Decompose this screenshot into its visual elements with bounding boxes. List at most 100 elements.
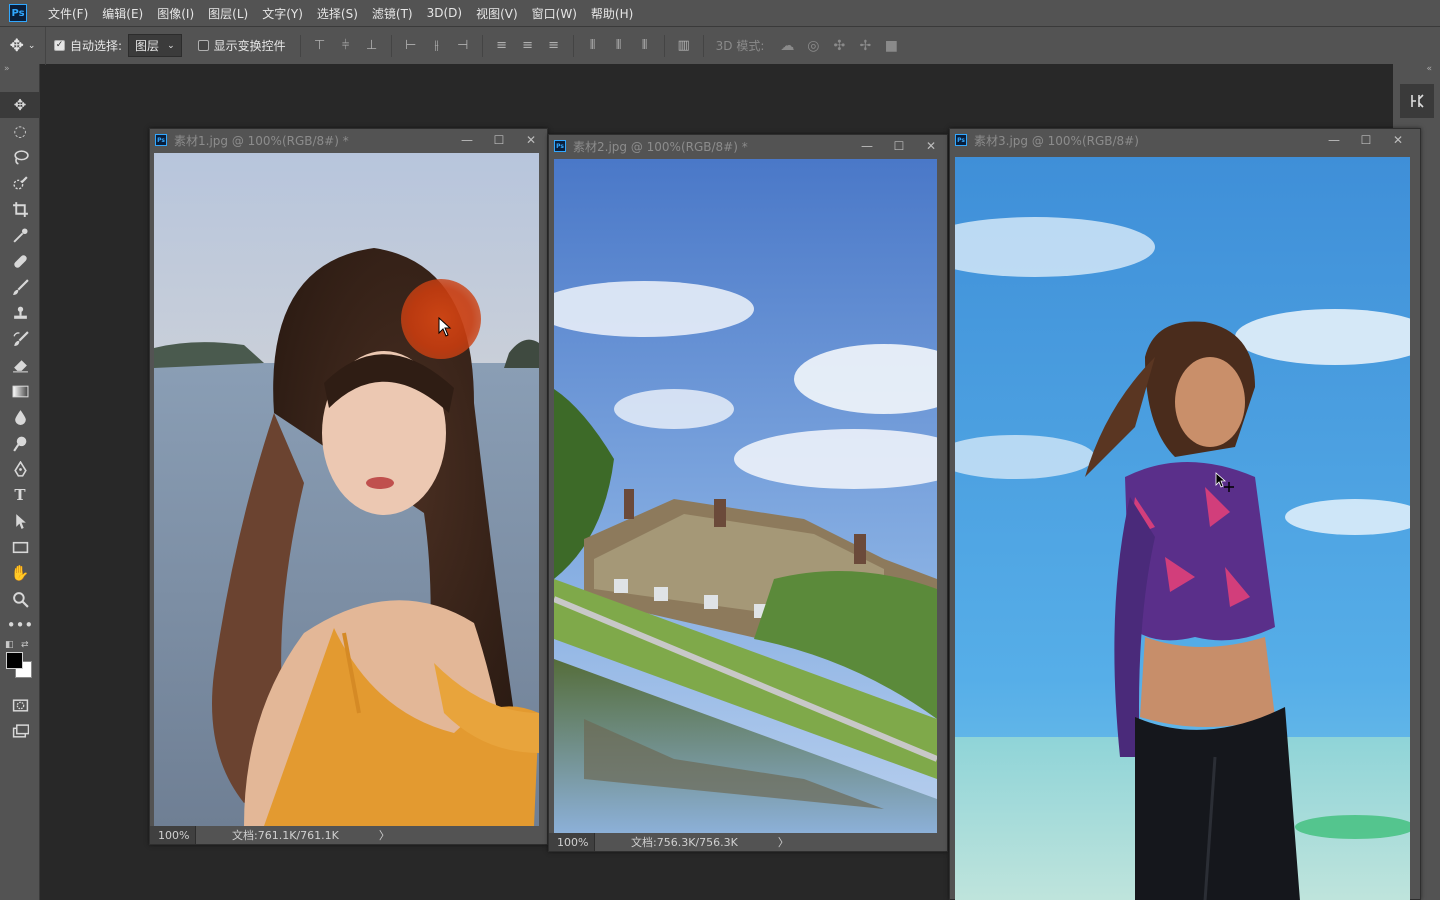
collapse-toolbox-icon[interactable]: » <box>0 64 39 76</box>
zoom-tool[interactable] <box>0 586 40 612</box>
menu-select[interactable]: 选择(S) <box>310 0 365 26</box>
eyedropper-tool[interactable] <box>0 222 40 248</box>
menu-file[interactable]: 文件(F) <box>41 0 95 26</box>
menu-edit[interactable]: 编辑(E) <box>95 0 150 26</box>
align-horizontal-center-icon[interactable]: ⫲ <box>424 33 450 59</box>
3d-roll-icon[interactable]: ◎ <box>800 38 826 54</box>
distribute-top-icon[interactable]: ≡ <box>489 33 515 59</box>
zoom-value: 100% <box>158 828 190 842</box>
document-status-bar-2: 100% 文档:756.3K/756.3K 〉 <box>549 833 947 851</box>
magnifier-icon <box>12 591 29 608</box>
chevron-right-icon[interactable]: 〉 <box>778 834 789 850</box>
auto-select-target-dropdown[interactable]: 图层 ⌄ <box>128 34 182 57</box>
quick-mask-icon <box>12 698 28 712</box>
document-window-1[interactable]: Ps 素材1.jpg @ 100%(RGB/8#) * — ☐ ✕ 100% 文… <box>149 128 548 845</box>
hand-tool[interactable]: ✋ <box>0 560 40 586</box>
expand-panels-icon[interactable]: « <box>1393 64 1440 76</box>
menu-image[interactable]: 图像(I) <box>150 0 201 26</box>
align-bottom-icon[interactable]: ⊥ <box>359 33 385 59</box>
menu-help[interactable]: 帮助(H) <box>584 0 640 26</box>
show-transform-checkbox[interactable] <box>197 40 209 51</box>
blur-tool[interactable] <box>0 404 40 430</box>
crop-tool[interactable] <box>0 196 40 222</box>
photoshop-logo: Ps <box>9 4 27 22</box>
quick-mask-button[interactable] <box>0 692 40 718</box>
close-icon[interactable]: ✕ <box>915 135 947 157</box>
minimize-icon[interactable]: — <box>851 135 883 157</box>
3d-pan-icon[interactable]: ✣ <box>826 38 852 54</box>
document-canvas-3[interactable] <box>955 157 1410 900</box>
minimize-icon[interactable]: — <box>1318 129 1350 151</box>
photo-woman-seaside <box>154 153 539 826</box>
quick-selection-tool[interactable] <box>0 170 40 196</box>
align-left-icon[interactable]: ⊢ <box>398 33 424 59</box>
3d-orbit-icon[interactable]: ☁ <box>774 38 800 54</box>
foreground-color-swatch[interactable] <box>6 652 23 669</box>
distribute-right-icon[interactable]: ⦀ <box>632 33 658 59</box>
distribute-bottom-icon[interactable]: ≡ <box>541 33 567 59</box>
lasso-icon <box>13 149 29 165</box>
auto-select-checkbox[interactable]: ✓ <box>54 40 65 51</box>
clone-stamp-tool[interactable] <box>0 300 40 326</box>
menu-window[interactable]: 窗口(W) <box>525 0 584 26</box>
healing-brush-tool[interactable] <box>0 248 40 274</box>
document-window-2[interactable]: Ps 素材2.jpg @ 100%(RGB/8#) * — ☐ ✕ 100% 文… <box>548 134 948 852</box>
options-bar: ✥ ⌄ ✓ 自动选择: 图层 ⌄ 显示变换控件 ⊤ ⫩ ⊥ ⊢ ⫲ ⊣ ≡ ≡ ≡… <box>0 26 1440 65</box>
path-selection-icon <box>15 513 26 529</box>
path-selection-tool[interactable] <box>0 508 40 534</box>
menu-filter[interactable]: 滤镜(T) <box>365 0 420 26</box>
minimize-icon[interactable]: — <box>451 129 483 151</box>
menu-layer[interactable]: 图层(L) <box>201 0 255 26</box>
swap-colors-icon[interactable]: ⇄ <box>21 640 29 650</box>
maximize-icon[interactable]: ☐ <box>1350 129 1382 151</box>
close-icon[interactable]: ✕ <box>1382 129 1414 151</box>
maximize-icon[interactable]: ☐ <box>883 135 915 157</box>
edit-toolbar-button[interactable]: ••• <box>0 612 40 638</box>
document-tab-2[interactable]: Ps 素材2.jpg @ 100%(RGB/8#) * — ☐ ✕ <box>549 135 947 157</box>
pointer-cursor-icon <box>438 317 452 337</box>
close-icon[interactable]: ✕ <box>515 129 547 151</box>
move-icon: ✥ <box>13 96 27 114</box>
pen-tool[interactable] <box>0 456 40 482</box>
marquee-tool[interactable]: ◌ <box>0 118 40 144</box>
brush-icon <box>12 278 29 295</box>
distribute-vertical-center-icon[interactable]: ≡ <box>515 33 541 59</box>
default-colors-icon[interactable]: ◧ <box>5 640 14 650</box>
dodge-icon <box>12 436 26 452</box>
history-brush-tool[interactable] <box>0 326 40 352</box>
document-status-bar-1: 100% 文档:761.1K/761.1K 〉 <box>150 826 547 844</box>
menu-view[interactable]: 视图(V) <box>469 0 525 26</box>
align-top-icon[interactable]: ⊤ <box>307 33 333 59</box>
menu-type[interactable]: 文字(Y) <box>255 0 310 26</box>
3d-scale-icon[interactable]: ■ <box>878 38 904 54</box>
tool-preset-picker[interactable]: ✥ ⌄ <box>0 26 46 65</box>
eraser-tool[interactable] <box>0 352 40 378</box>
type-tool[interactable]: T <box>0 482 40 508</box>
gradient-tool[interactable] <box>0 378 40 404</box>
3d-slide-icon[interactable]: ✢ <box>852 38 878 54</box>
maximize-icon[interactable]: ☐ <box>483 129 515 151</box>
document-tab-1[interactable]: Ps 素材1.jpg @ 100%(RGB/8#) * — ☐ ✕ <box>150 129 547 151</box>
zoom-field[interactable]: 100% <box>150 826 196 844</box>
document-canvas-1[interactable] <box>154 153 539 826</box>
document-canvas-2[interactable] <box>554 159 937 833</box>
zoom-field[interactable]: 100% <box>549 833 595 851</box>
document-tab-3[interactable]: Ps 素材3.jpg @ 100%(RGB/8#) — ☐ ✕ <box>950 129 1420 151</box>
auto-align-layers-icon[interactable]: ▥ <box>671 33 697 59</box>
distribute-horizontal-center-icon[interactable]: ⦀ <box>606 33 632 59</box>
menu-3d[interactable]: 3D(D) <box>420 0 469 26</box>
screen-mode-button[interactable] <box>0 718 40 744</box>
rectangle-tool[interactable] <box>0 534 40 560</box>
lasso-tool[interactable] <box>0 144 40 170</box>
align-right-icon[interactable]: ⊣ <box>450 33 476 59</box>
brush-tool[interactable] <box>0 274 40 300</box>
move-tool[interactable]: ✥ <box>0 92 40 118</box>
document-window-3[interactable]: Ps 素材3.jpg @ 100%(RGB/8#) — ☐ ✕ <box>949 128 1421 900</box>
distribute-left-icon[interactable]: ⦀ <box>580 33 606 59</box>
chevron-right-icon[interactable]: 〉 <box>379 827 390 843</box>
align-vertical-center-icon[interactable]: ⫩ <box>333 33 359 59</box>
dodge-tool[interactable] <box>0 430 40 456</box>
document-title: 素材1.jpg @ 100%(RGB/8#) * <box>174 133 349 148</box>
quick-selection-icon <box>12 175 28 190</box>
properties-panel-icon[interactable] <box>1399 84 1434 118</box>
